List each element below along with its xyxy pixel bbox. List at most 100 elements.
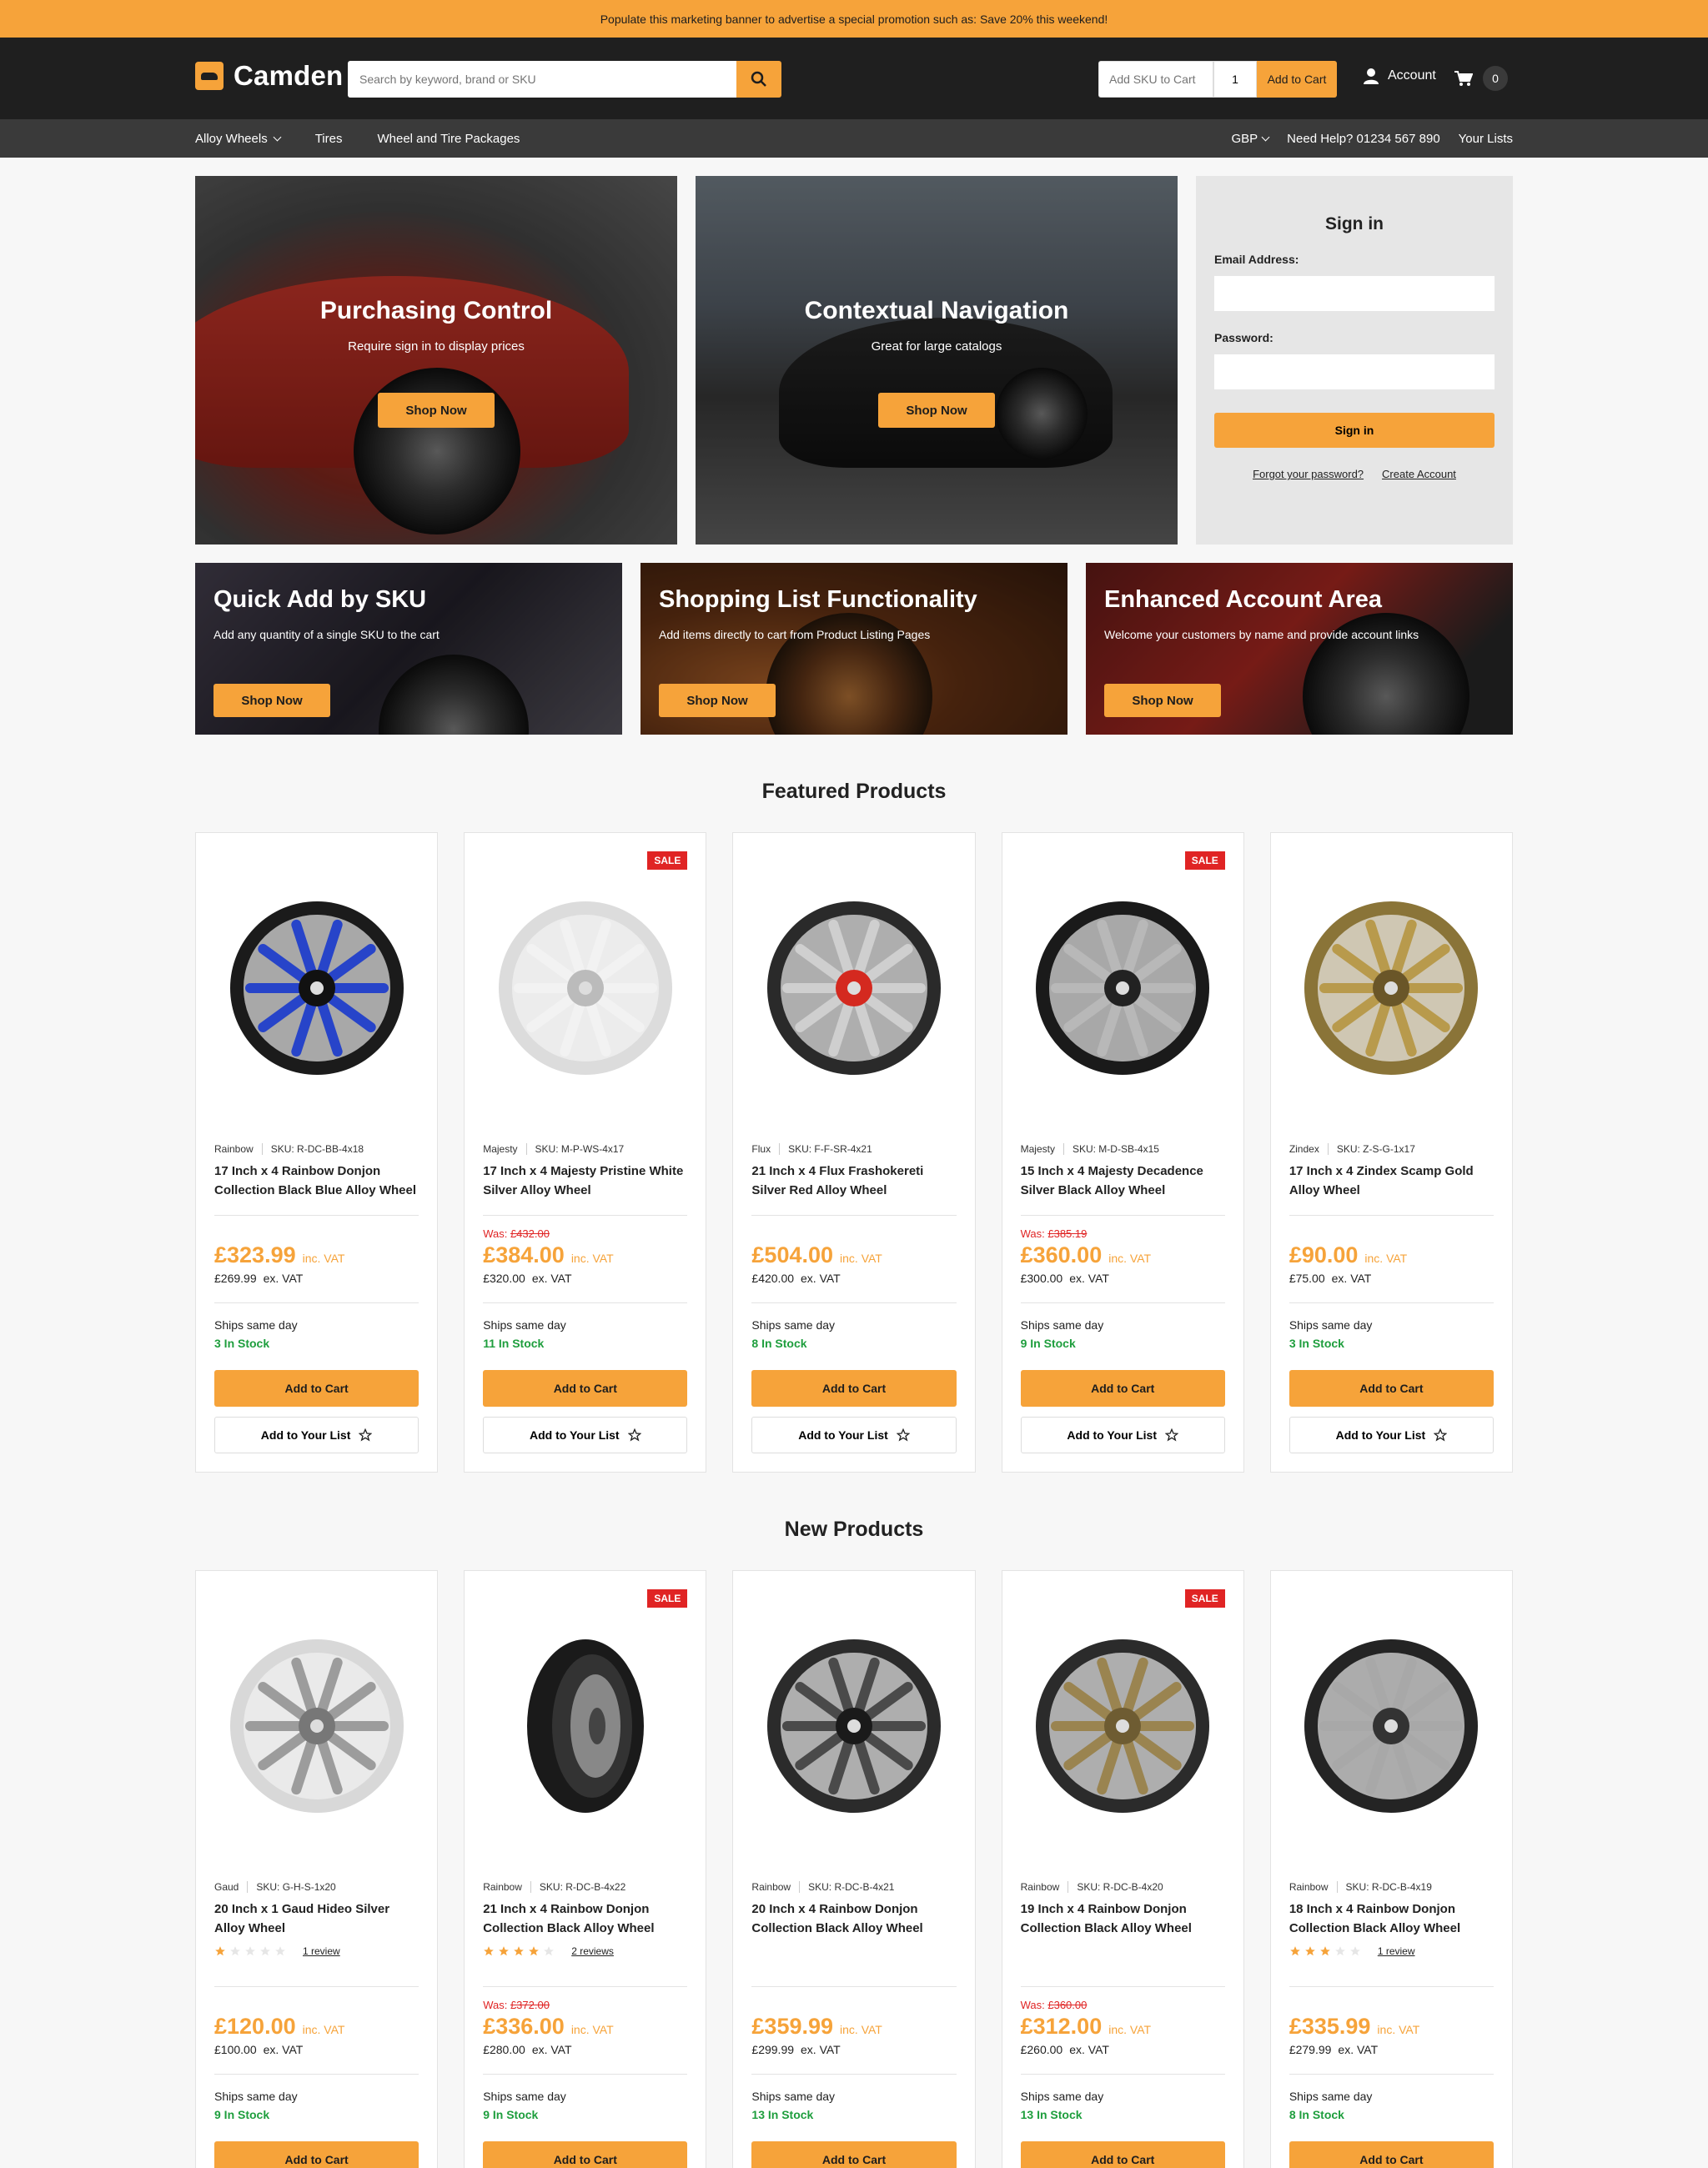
add-to-cart-button[interactable]: Add to Cart xyxy=(1289,1370,1494,1407)
email-label: Email Address: xyxy=(1214,253,1299,266)
nav-alloy-wheels-label: Alloy Wheels xyxy=(195,131,268,146)
product-brand[interactable]: Rainbow xyxy=(751,1881,791,1893)
nav-alloy-wheels[interactable]: Alloy Wheels xyxy=(195,131,282,146)
price-value: £336.00 xyxy=(483,2014,565,2039)
product-name[interactable]: 20 Inch x 4 Rainbow Donjon Collection Bl… xyxy=(751,1900,956,1938)
hero-banner-purchasing[interactable]: Purchasing Control Require sign in to di… xyxy=(195,176,677,545)
quick-qty-input[interactable] xyxy=(1213,61,1257,98)
price-block: Was: £360.00 £312.00 inc. VAT £260.00 ex. VA… xyxy=(1021,1987,1225,2074)
stock-block: Ships same day 3 In Stock xyxy=(1289,1303,1494,1370)
product-brand[interactable]: Majesty xyxy=(1021,1143,1055,1155)
add-to-list-button[interactable]: Add to Your List xyxy=(483,1417,688,1453)
product-brand[interactable]: Rainbow xyxy=(214,1143,254,1155)
price-block: £504.00 inc. VAT £420.00 ex. VAT xyxy=(751,1216,956,1302)
quick-sku-input[interactable] xyxy=(1098,61,1213,98)
product-brand[interactable]: Gaud xyxy=(214,1881,239,1893)
add-to-list-button[interactable]: Add to Your List xyxy=(1020,1417,1225,1453)
product-image[interactable] xyxy=(1021,833,1225,1143)
was-value: £432.00 xyxy=(510,1227,550,1240)
hero-banner-navigation[interactable]: Contextual Navigation Great for large ca… xyxy=(696,176,1178,545)
shop-now-button[interactable]: Shop Now xyxy=(214,684,330,717)
product-image[interactable] xyxy=(214,1571,419,1881)
nav-packages-label: Wheel and Tire Packages xyxy=(377,131,520,146)
add-to-list-button[interactable]: Add to Your List xyxy=(751,1417,957,1453)
price-value: £359.99 xyxy=(751,2014,834,2039)
price-value: £312.00 xyxy=(1020,2014,1103,2039)
product-name[interactable]: 15 Inch x 4 Majesty Decadence Silver Bla… xyxy=(1021,1162,1225,1200)
product-name[interactable]: 17 Inch x 4 Majesty Pristine White Silve… xyxy=(483,1162,687,1200)
site-header: Camden Add to Cart Account 0 xyxy=(0,38,1708,119)
product-brand[interactable]: Zindex xyxy=(1289,1143,1319,1155)
shop-now-button[interactable]: Shop Now xyxy=(1104,684,1221,717)
promo-banner-sku[interactable]: Quick Add by SKU Add any quantity of a s… xyxy=(195,563,622,735)
add-to-cart-button[interactable]: Add to Cart xyxy=(1020,2141,1225,2168)
product-name[interactable]: 20 Inch x 1 Gaud Hideo Silver Alloy Whee… xyxy=(214,1900,419,1938)
product-image[interactable] xyxy=(1289,833,1494,1143)
product-card: SALE Majesty SKU: M-D-SB-4x15 15 Inch x 4 M… xyxy=(1001,832,1244,1473)
add-to-cart-button[interactable]: Add to Cart xyxy=(751,1370,957,1407)
review-link[interactable]: 1 review xyxy=(303,1945,340,1957)
promo-banner-shopping-list[interactable]: Shopping List Functionality Add items di… xyxy=(640,563,1068,735)
product-brand[interactable]: Majesty xyxy=(483,1143,517,1155)
product-rating: 1 review xyxy=(1289,1945,1494,1958)
password-field[interactable] xyxy=(1214,354,1494,389)
product-image[interactable] xyxy=(483,833,687,1143)
help-phone[interactable]: Need Help? 01234 567 890 xyxy=(1287,132,1440,146)
product-image[interactable] xyxy=(483,1571,687,1881)
product-brand[interactable]: Flux xyxy=(751,1143,771,1155)
logo[interactable]: Camden xyxy=(195,60,343,92)
promo-banner-account[interactable]: Enhanced Account Area Welcome your custo… xyxy=(1086,563,1513,735)
shop-now-button[interactable]: Shop Now xyxy=(659,684,776,717)
price-block: Was: £372.00 £336.00 inc. VAT £280.00 ex. VA… xyxy=(483,1987,687,2074)
product-name[interactable]: 21 Inch x 4 Flux Frashokereti Silver Red… xyxy=(751,1162,956,1200)
add-to-list-button[interactable]: Add to Your List xyxy=(214,1417,419,1453)
add-to-cart-button[interactable]: Add to Cart xyxy=(214,2141,419,2168)
star-empty-icon xyxy=(1349,1946,1360,1956)
product-name[interactable]: 19 Inch x 4 Rainbow Donjon Collection Bl… xyxy=(1021,1900,1225,1938)
review-link[interactable]: 1 review xyxy=(1378,1945,1415,1957)
shop-now-button[interactable]: Shop Now xyxy=(378,393,495,428)
product-image[interactable] xyxy=(751,833,956,1143)
account-link[interactable]: Account xyxy=(1363,68,1436,84)
product-name[interactable]: 17 Inch x 4 Rainbow Donjon Collection Bl… xyxy=(214,1162,419,1200)
product-name[interactable]: 18 Inch x 4 Rainbow Donjon Collection Bl… xyxy=(1289,1900,1494,1938)
add-to-cart-button[interactable]: Add to Cart xyxy=(483,2141,688,2168)
product-sku: SKU: F-F-SR-4x21 xyxy=(788,1143,872,1155)
your-lists-link[interactable]: Your Lists xyxy=(1459,132,1513,146)
add-to-cart-button[interactable]: Add to Cart xyxy=(214,1370,419,1407)
product-meta: Rainbow SKU: R-DC-B-4x20 xyxy=(1021,1881,1225,1893)
product-image[interactable] xyxy=(1289,1571,1494,1881)
product-brand[interactable]: Rainbow xyxy=(483,1881,522,1893)
review-link[interactable]: 2 reviews xyxy=(571,1945,614,1957)
add-to-cart-button[interactable]: Add to Cart xyxy=(751,2141,957,2168)
add-to-cart-button[interactable]: Add to Cart xyxy=(1020,1370,1225,1407)
star-filled-icon xyxy=(529,1946,540,1956)
product-name[interactable]: 17 Inch x 4 Zindex Scamp Gold Alloy Whee… xyxy=(1289,1162,1494,1200)
forgot-password-link[interactable]: Forgot your password? xyxy=(1253,468,1364,480)
product-brand[interactable]: Rainbow xyxy=(1021,1881,1060,1893)
product-name[interactable]: 21 Inch x 4 Rainbow Donjon Collection Bl… xyxy=(483,1900,687,1938)
nav-tires[interactable]: Tires xyxy=(315,132,343,146)
add-to-list-button[interactable]: Add to Your List xyxy=(1289,1417,1494,1453)
quick-add-button[interactable]: Add to Cart xyxy=(1257,61,1337,98)
nav-packages[interactable]: Wheel and Tire Packages xyxy=(377,132,520,146)
email-field[interactable] xyxy=(1214,276,1494,311)
product-image[interactable] xyxy=(1021,1571,1225,1881)
shop-now-button[interactable]: Shop Now xyxy=(878,393,995,428)
search-button[interactable] xyxy=(736,61,781,98)
cart-link[interactable]: 0 xyxy=(1454,66,1508,91)
add-to-cart-button[interactable]: Add to Cart xyxy=(483,1370,688,1407)
was-value: £385.19 xyxy=(1047,1227,1088,1240)
currency-selector[interactable]: GBP xyxy=(1231,132,1270,146)
search-input[interactable] xyxy=(348,61,736,98)
create-account-link[interactable]: Create Account xyxy=(1382,468,1456,480)
product-image[interactable] xyxy=(214,833,419,1143)
promo-title: Shopping List Functionality xyxy=(659,586,977,613)
ships-text: Ships same day xyxy=(214,1318,298,1332)
add-to-cart-button[interactable]: Add to Cart xyxy=(1289,2141,1494,2168)
signin-button[interactable]: Sign in xyxy=(1214,413,1494,448)
was-price xyxy=(751,1999,956,2014)
product-brand[interactable]: Rainbow xyxy=(1289,1881,1329,1893)
product-image[interactable] xyxy=(751,1571,956,1881)
